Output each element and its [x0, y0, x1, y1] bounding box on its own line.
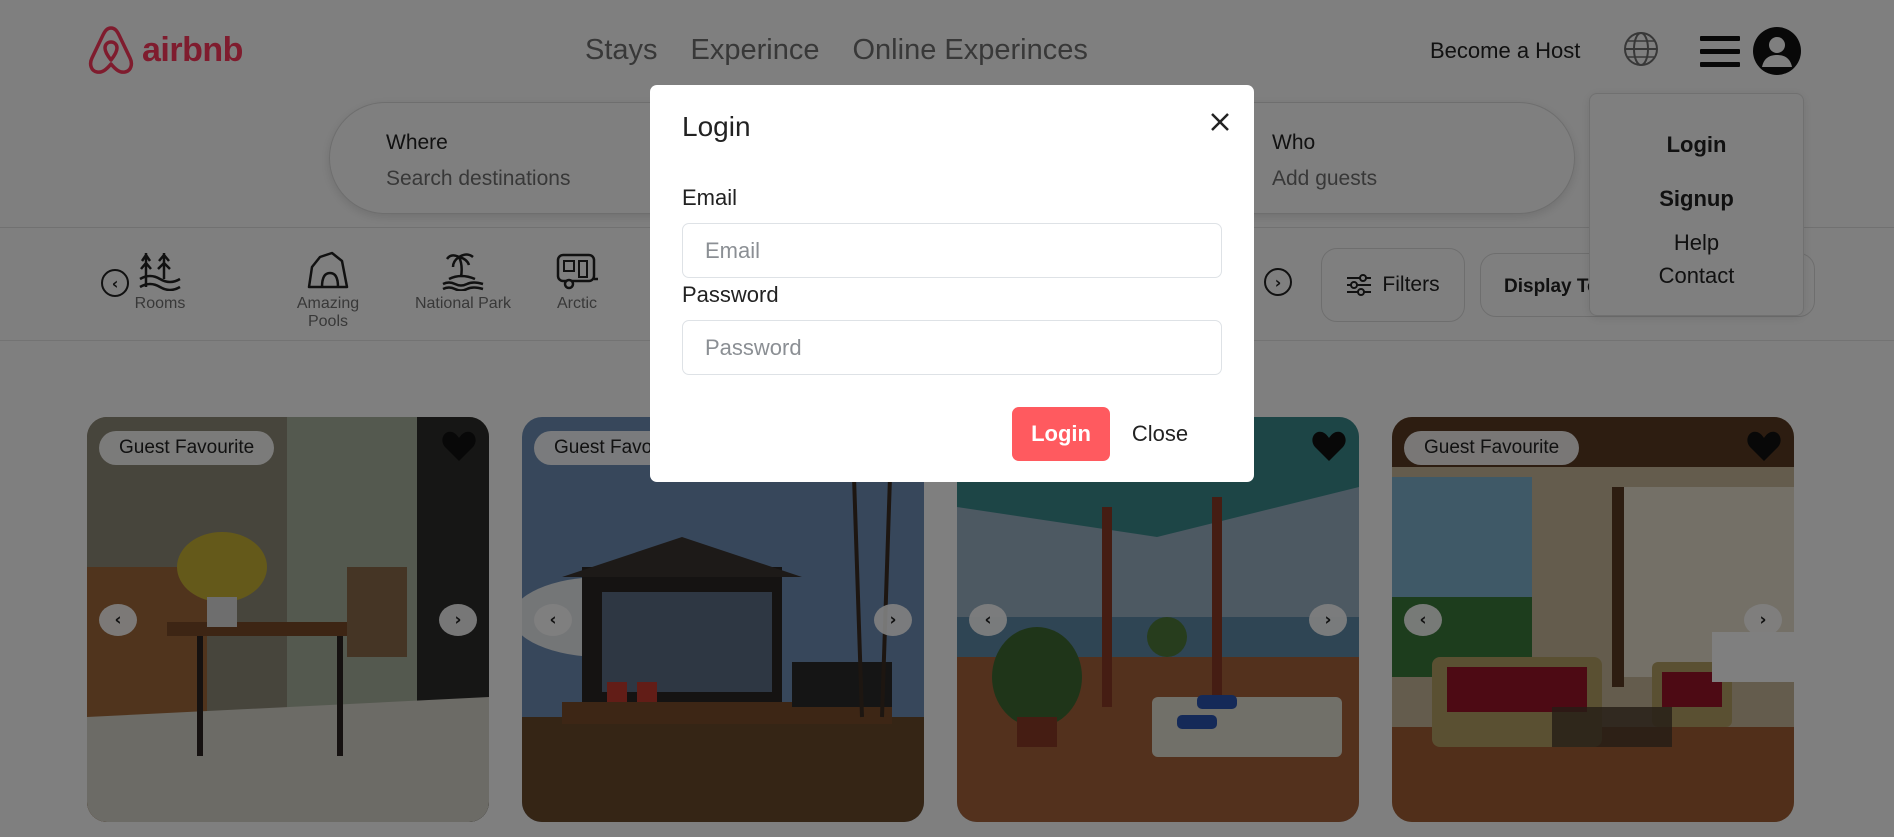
email-field[interactable]	[682, 223, 1222, 278]
close-icon[interactable]	[1205, 107, 1235, 137]
login-button[interactable]: Login	[1012, 407, 1110, 461]
password-label: Password	[682, 282, 779, 307]
password-field[interactable]	[682, 320, 1222, 375]
close-button[interactable]: Close	[1122, 407, 1198, 461]
login-modal: Login Email Password Login Close	[650, 85, 1254, 482]
email-label: Email	[682, 185, 738, 210]
modal-title: Login	[682, 111, 751, 142]
